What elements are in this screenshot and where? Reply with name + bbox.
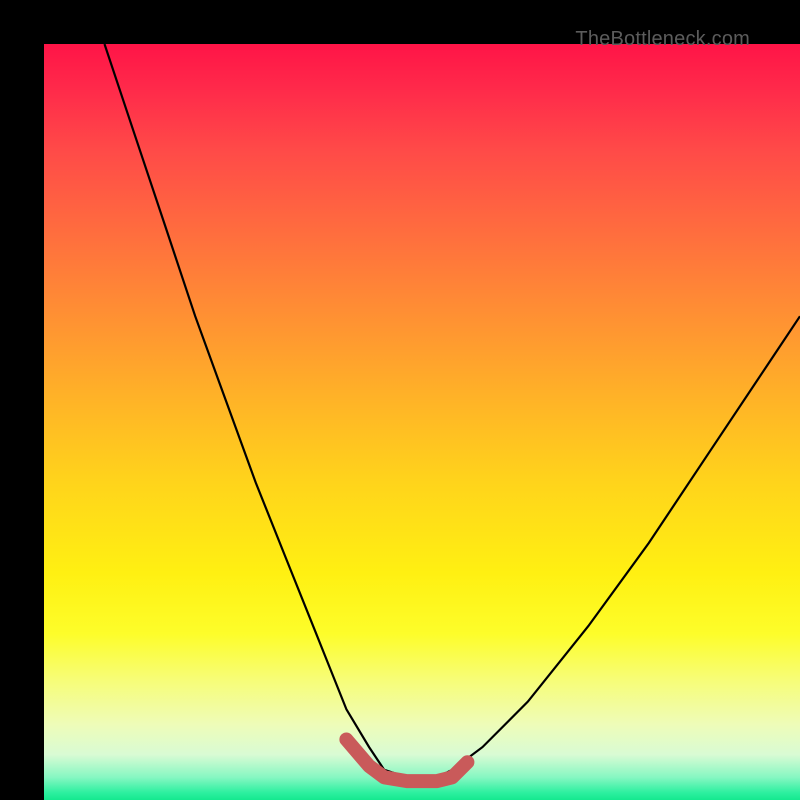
watermark-text: TheBottleneck.com <box>575 28 750 51</box>
chart-svg <box>44 44 800 800</box>
chart-frame: TheBottleneck.com <box>0 0 800 800</box>
trough-marker <box>346 740 467 782</box>
bottleneck-curve <box>105 44 800 777</box>
